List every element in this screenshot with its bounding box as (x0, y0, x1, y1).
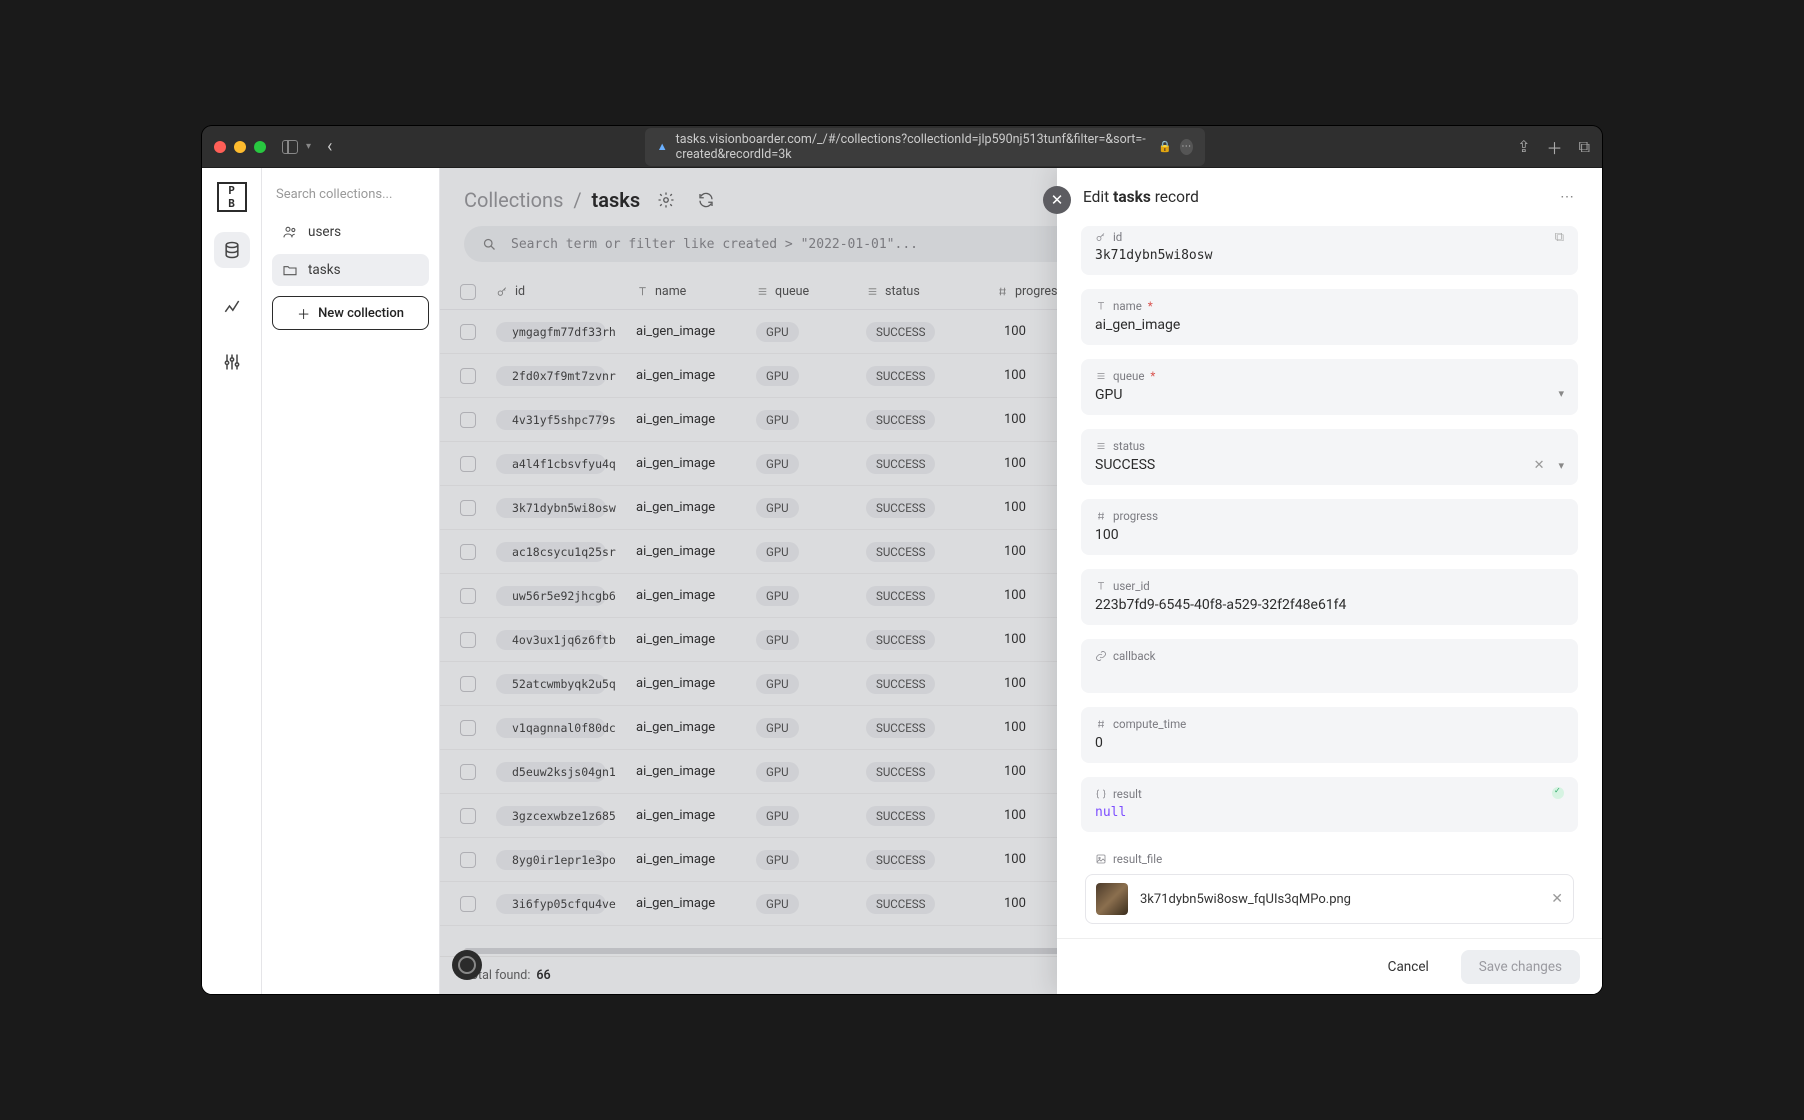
back-button[interactable]: ‹ (327, 136, 332, 157)
close-window[interactable] (214, 141, 226, 153)
nav-rail: PB (202, 168, 262, 994)
sidebar-item-label: tasks (308, 262, 341, 278)
field-name-value: ai_gen_image (1095, 317, 1564, 333)
field-compute-time[interactable]: compute_time 0 (1081, 707, 1578, 763)
nav-collections[interactable] (214, 232, 250, 268)
app-logo: PB (217, 182, 247, 212)
panel-more-button[interactable]: ⋯ (1560, 189, 1576, 205)
hash-icon (1095, 510, 1107, 522)
help-button[interactable] (452, 950, 482, 980)
minimize-window[interactable] (234, 141, 246, 153)
chevron-down-icon[interactable]: ▾ (1558, 387, 1564, 400)
list-icon (1095, 440, 1107, 452)
field-result[interactable]: result null (1081, 777, 1578, 832)
field-user-id-value: 223b7fd9-6545-40f8-a529-32f2f48e61f4 (1095, 597, 1564, 613)
copy-id-icon[interactable]: ⧉ (1555, 230, 1564, 245)
field-progress[interactable]: progress 100 (1081, 499, 1578, 555)
field-id[interactable]: ⧉ id 3k71dybn5wi8osw (1081, 226, 1578, 275)
link-icon (1095, 650, 1107, 662)
field-result-value: null (1095, 805, 1564, 820)
chart-icon (222, 296, 242, 316)
nav-settings[interactable] (214, 344, 250, 380)
new-tab-icon[interactable]: ＋ (1547, 135, 1563, 159)
json-icon (1095, 788, 1107, 800)
field-queue[interactable]: queue * GPU ▾ (1081, 359, 1578, 415)
required-marker: * (1150, 369, 1155, 383)
text-icon (1095, 580, 1107, 592)
database-icon (222, 240, 242, 260)
chevron-down-icon[interactable]: ▾ (306, 141, 311, 152)
browser-titlebar: ▾ ‹ ▲ tasks.visionboarder.com/_/#/collec… (202, 126, 1602, 168)
key-icon (1095, 231, 1107, 243)
remove-file-button[interactable]: ✕ (1551, 891, 1563, 907)
text-icon (1095, 300, 1107, 312)
cancel-button[interactable]: Cancel (1370, 950, 1447, 984)
field-result-file: result_file 3k71dybn5wi8osw_fqUIs3qMPo.p… (1081, 846, 1578, 924)
field-user-id[interactable]: user_id 223b7fd9-6545-40f8-a529-32f2f48e… (1081, 569, 1578, 625)
sidebar-item-label: users (308, 224, 341, 240)
sidebar-toggle-icon[interactable] (282, 140, 298, 154)
field-name[interactable]: name * ai_gen_image (1081, 289, 1578, 345)
share-icon[interactable]: ⇪ (1517, 137, 1530, 156)
file-name: 3k71dybn5wi8osw_fqUIs3qMPo.png (1140, 892, 1539, 907)
field-progress-value: 100 (1095, 527, 1564, 543)
close-panel-button[interactable]: ✕ (1043, 186, 1071, 214)
field-id-value: 3k71dybn5wi8osw (1095, 248, 1564, 263)
lock-icon: 🔒 (1158, 140, 1172, 153)
main-content: Collections / tasks Search term or filte… (440, 168, 1602, 994)
tabs-icon[interactable]: ⧉ (1579, 137, 1590, 157)
list-icon (1095, 370, 1107, 382)
site-icon: ▲ (657, 140, 668, 153)
required-marker: * (1148, 299, 1153, 313)
save-changes-button[interactable]: Save changes (1461, 950, 1580, 984)
nav-logs[interactable] (214, 288, 250, 324)
tools-icon (222, 352, 242, 372)
site-settings-icon[interactable]: ⋯ (1180, 139, 1193, 155)
chevron-down-icon[interactable]: ▾ (1558, 459, 1564, 472)
users-icon (282, 224, 298, 240)
json-valid-icon (1552, 787, 1564, 799)
plus-icon: ＋ (297, 304, 310, 323)
field-compute-time-value: 0 (1095, 735, 1564, 751)
sidebar-item-tasks[interactable]: tasks (272, 254, 429, 286)
edit-record-panel: ✕ Edit tasks record ⋯ ⧉ id 3k71dybn5wi8 (1057, 168, 1602, 994)
clear-status-button[interactable]: ✕ (1534, 458, 1545, 473)
image-icon (1095, 853, 1107, 865)
folder-icon (282, 262, 298, 278)
search-collections-input[interactable]: Search collections... (272, 178, 429, 210)
field-callback[interactable]: callback (1081, 639, 1578, 693)
new-collection-button[interactable]: ＋ New collection (272, 296, 429, 330)
hash-icon (1095, 718, 1107, 730)
field-queue-value: GPU (1095, 387, 1122, 403)
result-file-item[interactable]: 3k71dybn5wi8osw_fqUIs3qMPo.png ✕ (1085, 874, 1574, 924)
new-collection-label: New collection (318, 306, 404, 321)
file-thumbnail (1096, 883, 1128, 915)
field-status[interactable]: status SUCCESS ✕ ▾ (1081, 429, 1578, 485)
collections-sidebar: Search collections... users tasks ＋ New … (262, 168, 440, 994)
maximize-window[interactable] (254, 141, 266, 153)
panel-title: Edit tasks record (1083, 188, 1199, 206)
url-bar[interactable]: ▲ tasks.visionboarder.com/_/#/collection… (645, 128, 1205, 166)
sidebar-item-users[interactable]: users (272, 216, 429, 248)
field-status-value: SUCCESS (1095, 457, 1155, 473)
url-text: tasks.visionboarder.com/_/#/collections?… (676, 132, 1150, 162)
window-controls (214, 141, 266, 153)
